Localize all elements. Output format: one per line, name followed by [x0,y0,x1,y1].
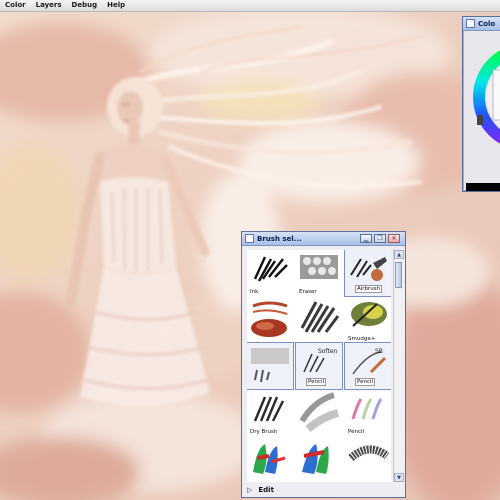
brush-multicolor-2[interactable] [296,437,342,482]
brush-label: Ink [250,289,259,295]
brush-multicolor[interactable] [247,437,293,482]
menu-help[interactable]: Help [102,0,130,11]
pencil-grey-preview-icon [251,348,289,383]
window-icon [245,234,254,243]
charcoal-brush-preview-icon [300,301,340,333]
menu-bar: Color Layers Debug Help [0,0,500,12]
brush-label: Smudge+ [348,336,376,342]
minimize-button[interactable]: ▁ [360,234,372,243]
bristle-brush-preview-icon [348,445,389,462]
current-color-swatch[interactable] [466,183,500,191]
multicolor-brush-preview-icon [253,444,286,474]
ink-brush-preview-icon [253,256,288,282]
brush-panel-titlebar[interactable]: Brush sel... ▁ ❐ ✕ [242,232,405,246]
brush-bristle[interactable] [345,437,391,482]
brush-dry-brush[interactable]: Dry Brush [247,390,293,436]
arrow-down-icon[interactable]: ▼ [394,473,404,482]
brush-overlay-label: Soften [318,348,338,355]
smudge-brush-preview-icon [351,302,387,327]
close-button[interactable]: ✕ [388,234,400,243]
brush-label: Eraser [299,289,317,295]
arrow-up-icon[interactable]: ▲ [394,250,404,259]
oil-brush-preview-icon [251,301,288,337]
airbrush-brush-preview-icon [350,257,387,281]
brush-airbrush[interactable]: Airbrush [344,250,391,297]
sb-brush-preview-icon: SB [352,348,387,375]
brush-label: Pencil [348,429,365,435]
brush-sb-pencil[interactable]: SB Pencil [344,342,391,390]
multicolor-brush-2-preview-icon [302,444,329,474]
brush-panel-title: Brush sel... [257,234,302,243]
brush-smudge[interactable]: Smudge+ [345,297,391,343]
brush-charcoal[interactable] [296,297,342,343]
brush-eraser[interactable]: Eraser [296,250,342,296]
brush-color-pencil[interactable]: Pencil [345,390,391,436]
window-icon [466,19,475,28]
menu-debug[interactable]: Debug [67,0,103,11]
brush-label: Dry Brush [250,429,278,435]
restore-button[interactable]: ❐ [374,234,386,243]
soften-brush-preview-icon: Soften [303,348,338,373]
brush-grid: Ink Eraser Airbrush Smudge+ Soften Penci… [247,250,391,482]
color-panel: Colo [462,16,500,192]
brush-pencil-grey[interactable] [247,342,294,390]
menu-color[interactable]: Color [0,0,31,11]
brush-selector-panel: Brush sel... ▁ ❐ ✕ Ink Eraser Airbrush S… [241,231,406,498]
brush-scrollbar[interactable]: ▲ ▼ [393,250,404,482]
wash-brush-preview-icon [299,392,340,433]
brush-panel-footer: ▷ Edit [247,484,403,495]
brush-wash[interactable] [296,390,342,436]
edit-button[interactable]: Edit [258,486,274,494]
brush-ink[interactable]: Ink [247,250,293,296]
color-panel-title: Colo [478,19,496,28]
color-pencil-preview-icon [351,398,383,420]
dry-brush-preview-icon [253,396,285,422]
eraser-brush-preview-icon [300,255,338,279]
brush-label: Pencil [306,378,327,386]
scrollbar-thumb[interactable] [395,262,402,288]
color-wheel[interactable] [467,35,500,155]
brush-overlay-label: SB [375,348,383,355]
expand-arrow-icon[interactable]: ▷ [247,486,252,494]
menu-layers[interactable]: Layers [31,0,67,11]
brush-label: Airbrush [355,285,383,293]
color-panel-titlebar[interactable]: Colo [463,17,500,31]
brush-oil[interactable] [247,297,293,343]
brush-soften-pencil[interactable]: Soften Pencil [295,342,343,390]
brush-label: Pencil [355,378,376,386]
